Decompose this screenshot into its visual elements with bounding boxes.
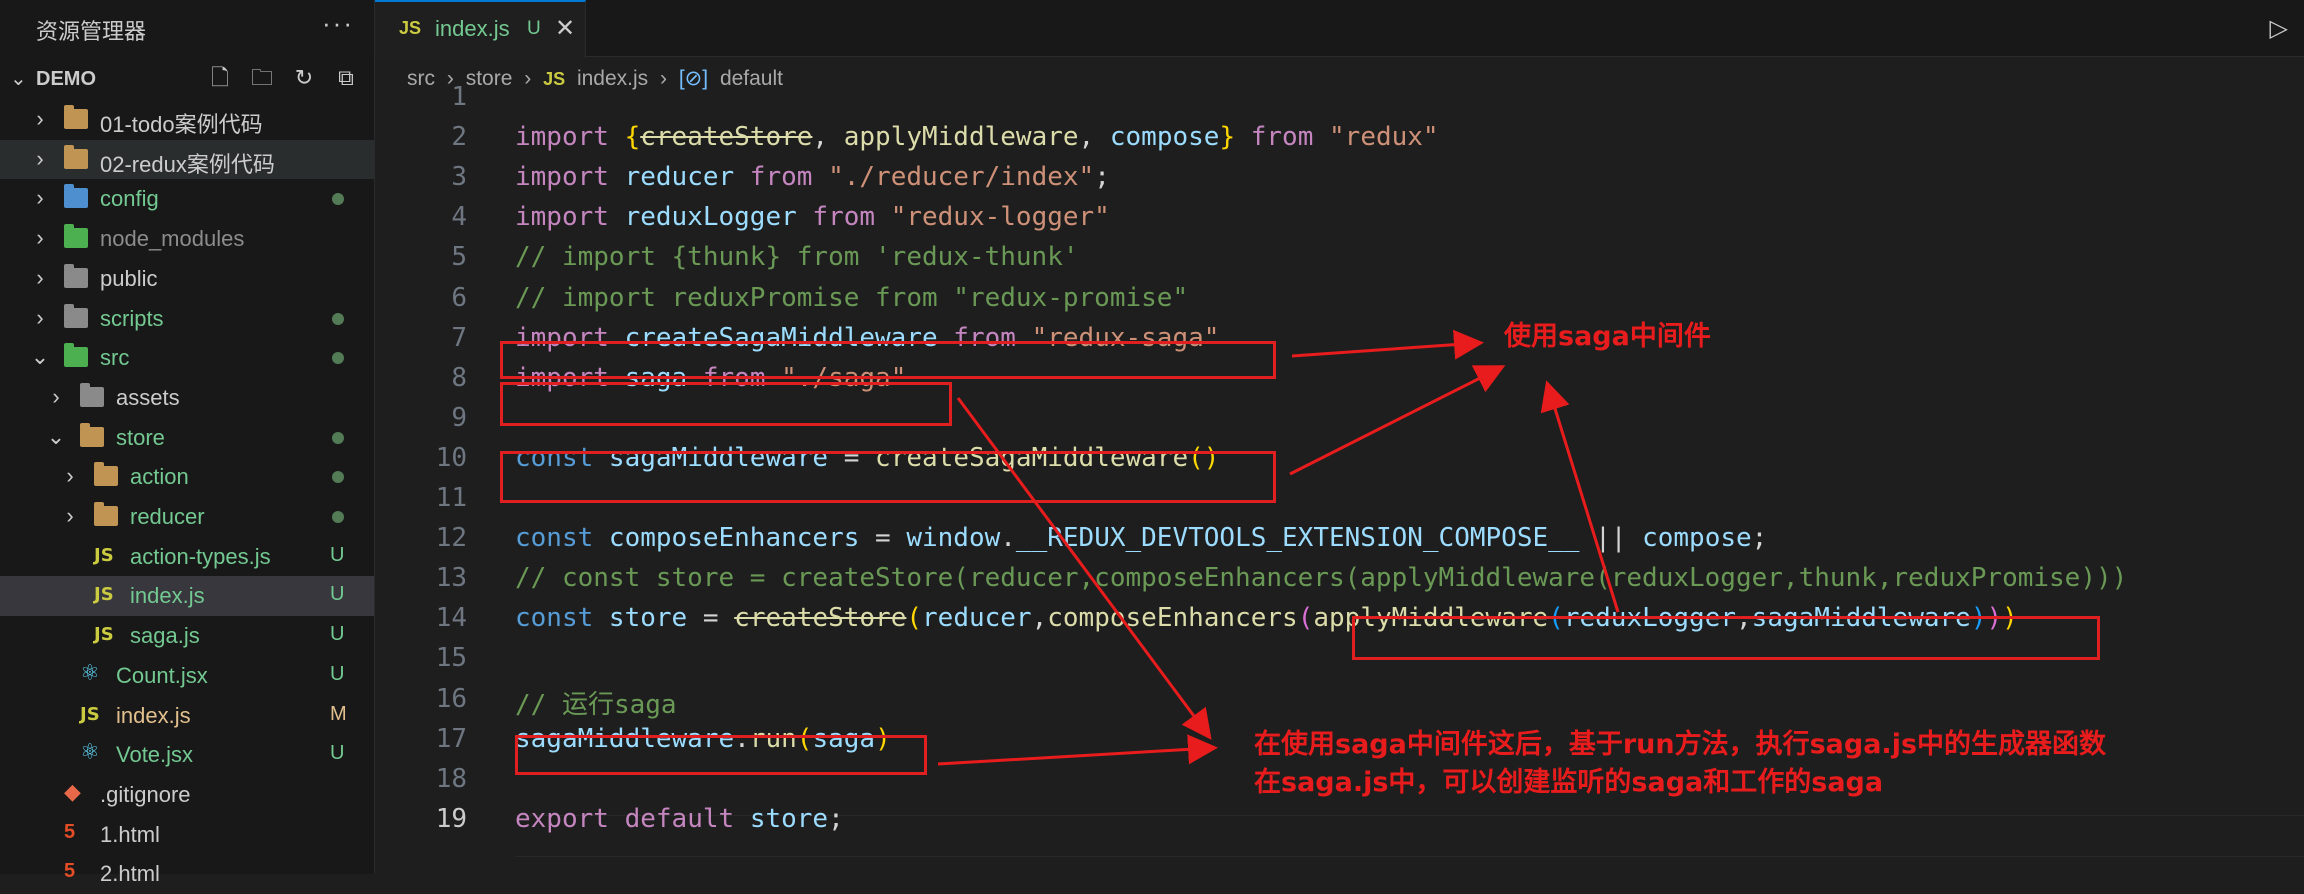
annotation-use-saga: 使用saga中间件 [1504,321,1711,352]
annotation-saga-types: 在saga.js中，可以创建监听的saga和工作的saga [1254,767,1884,798]
annotation-run-saga: 在使用saga中间件这后，基于run方法，执行saga.js中的生成器函数 [1254,729,2107,760]
